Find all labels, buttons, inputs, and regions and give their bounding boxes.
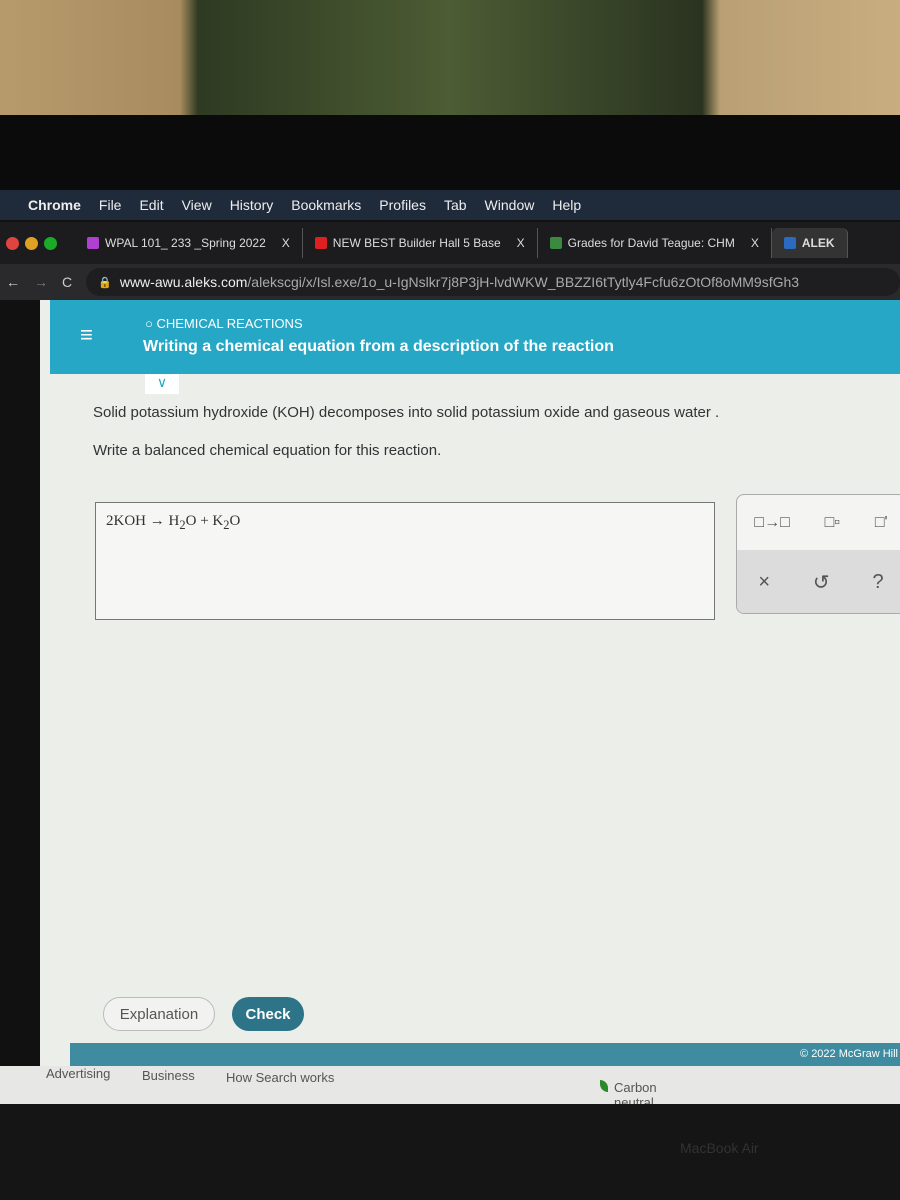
equation: 2KOH → H2O + K2O (106, 513, 241, 532)
check-button[interactable]: Check (232, 997, 304, 1031)
question-instruction: Write a balanced chemical equation for t… (93, 442, 442, 459)
menu-bookmarks[interactable]: Bookmarks (291, 197, 361, 213)
chevron-down-icon[interactable]: ∨ (145, 374, 179, 394)
tab-aleks[interactable]: ALEK (771, 228, 848, 258)
how-search-works-link[interactable]: How Search works (226, 1070, 334, 1085)
close-window-button[interactable] (6, 236, 19, 250)
wpal-favicon-icon (87, 237, 99, 249)
back-icon[interactable]: ← (6, 274, 20, 290)
forward-icon[interactable]: → (34, 274, 48, 290)
menu-profiles[interactable]: Profiles (379, 197, 426, 213)
grades-favicon-icon (549, 237, 562, 249)
undo-button[interactable]: ↺ (813, 570, 830, 595)
menu-help[interactable]: Help (552, 197, 581, 213)
subscript-button[interactable]: □▫ (825, 514, 840, 532)
tab-grades[interactable]: Grades for David Teague: CHM X (538, 228, 772, 258)
address-bar-row: ← → C 🔒 www-awu.aleks.com/alekscgi/x/Isl… (0, 264, 900, 300)
tab-wpal[interactable]: WPAL 101_ 233 _Spring 2022 X (75, 228, 303, 258)
url-domain: www-awu.aleks.com (119, 274, 248, 290)
copyright: © 2022 McGraw Hill (800, 1048, 898, 1060)
background-photo (0, 0, 900, 115)
maximize-window-button[interactable] (44, 236, 57, 250)
aleks-page: ≡ ○ CHEMICAL REACTIONS Writing a chemica… (40, 300, 900, 1066)
tab-strip: WPAL 101_ 233 _Spring 2022 X NEW BEST Bui… (0, 222, 900, 264)
menu-window[interactable]: Window (485, 197, 535, 213)
reload-icon[interactable]: C (62, 274, 72, 290)
equation-toolbar: □→□ □▫ □' × ↺ ? (736, 494, 900, 614)
answer-input[interactable]: 2KOH → H2O + K2O (95, 502, 715, 620)
lock-icon: 🔒 (98, 276, 112, 289)
menu-edit[interactable]: Edit (139, 197, 163, 213)
tab-label: Grades for David Teague: CHM (567, 236, 735, 250)
screen-bezel (0, 115, 900, 195)
url-field[interactable]: 🔒 www-awu.aleks.com/alekscgi/x/Isl.exe/1… (86, 268, 900, 296)
explanation-button[interactable]: Explanation (103, 997, 215, 1031)
advertising-link[interactable]: Advertising (46, 1066, 110, 1081)
laptop-bezel (0, 1104, 900, 1200)
youtube-favicon-icon (314, 237, 327, 249)
menu-view[interactable]: View (182, 197, 212, 213)
underlying-page-footer: Advertising Business How Search works Ca… (0, 1066, 900, 1140)
minimize-window-button[interactable] (25, 236, 38, 250)
url-path: /alekscgi/x/Isl.exe/1o_u-IgNslkr7j8P3jH-… (247, 274, 800, 290)
laptop-label: MacBook Air (680, 1140, 759, 1156)
topic-category: ○ CHEMICAL REACTIONS (145, 316, 303, 331)
tab-label: WPAL 101_ 233 _Spring 2022 (105, 236, 266, 250)
help-button[interactable]: ? (872, 571, 883, 594)
carbon-neutral-text: Carbon neutral since 2007 (600, 1080, 657, 1140)
tab-close-icon[interactable]: X (282, 236, 290, 250)
tab-close-icon[interactable]: X (751, 236, 759, 250)
menu-history[interactable]: History (230, 197, 274, 213)
leaf-icon (600, 1080, 608, 1092)
tab-youtube[interactable]: NEW BEST Builder Hall 5 Base X (303, 228, 538, 258)
menu-chrome[interactable]: Chrome (28, 197, 81, 213)
business-link[interactable]: Business (142, 1068, 195, 1083)
reaction-arrow-button[interactable]: □→□ (754, 514, 789, 532)
mac-menubar: Chrome File Edit View History Bookmarks … (0, 190, 900, 220)
tab-label: NEW BEST Builder Hall 5 Base (332, 236, 501, 250)
tab-close-icon[interactable]: X (517, 236, 525, 250)
page-footer-bar (70, 1043, 900, 1066)
question-text: Solid potassium hydroxide (KOH) decompos… (93, 404, 720, 421)
aleks-favicon-icon (783, 237, 796, 249)
topic-title: Writing a chemical equation from a descr… (143, 338, 614, 355)
topic-header: ≡ ○ CHEMICAL REACTIONS Writing a chemica… (50, 300, 900, 374)
clear-button[interactable]: × (758, 571, 770, 594)
superscript-button[interactable]: □' (875, 514, 888, 532)
menu-tab[interactable]: Tab (444, 197, 467, 213)
tab-label: ALEK (801, 236, 835, 250)
menu-hamburger-icon[interactable]: ≡ (80, 322, 93, 348)
menu-file[interactable]: File (99, 197, 122, 213)
